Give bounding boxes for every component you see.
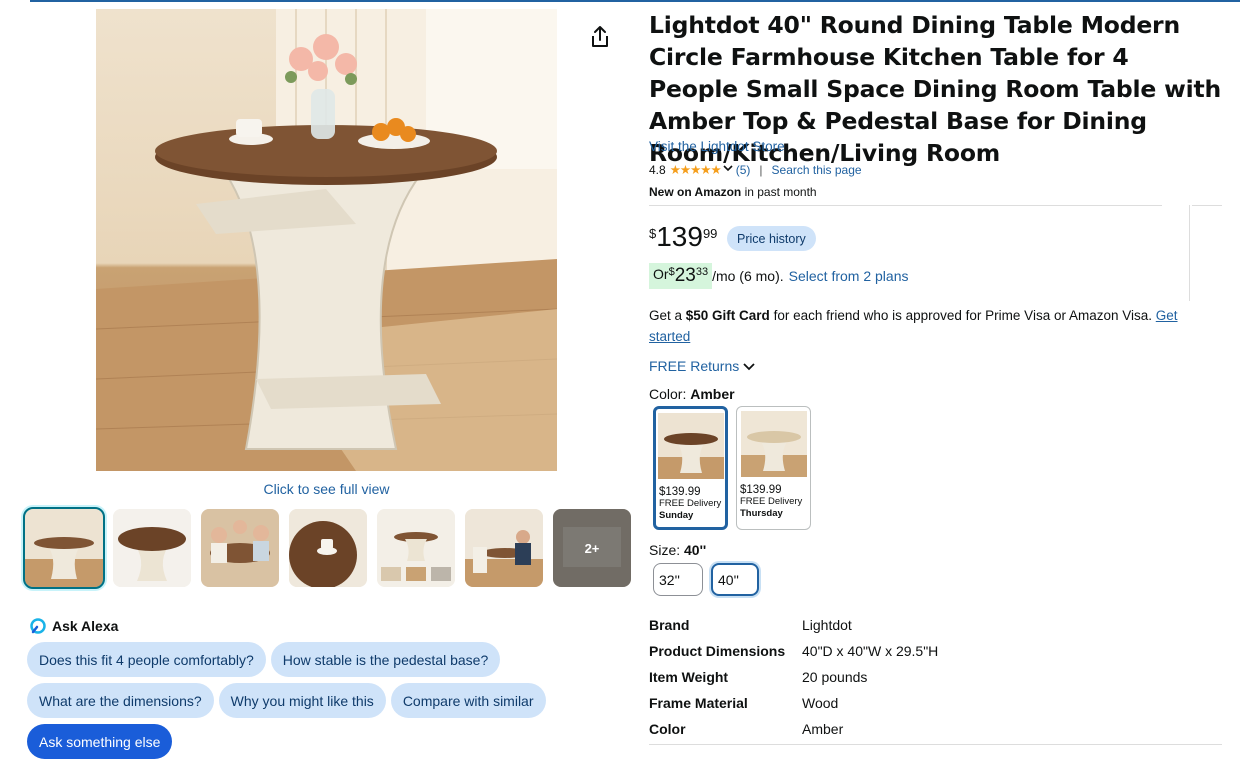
monthly-suffix: /mo (6 mo). [712,268,784,284]
ask-alexa-header: Ask Alexa [30,618,118,634]
spec-value: Amber [802,721,844,737]
ask-alexa-title: Ask Alexa [52,618,119,634]
price-display: $ 139 99 [649,222,717,252]
thumbnail-strip: 2+ [23,507,631,589]
swatch-price: $139.99 [740,484,782,496]
color-swatches: $139.99 FREE Delivery Sunday $139.99 FRE… [653,406,811,530]
price-whole: 139 [656,221,703,252]
size-label: Size: 40'' [649,542,706,558]
swatch-delivery: FREE Delivery [659,498,722,509]
promo-prefix: Get a [649,308,686,323]
swatch-delivery-day: Thursday [740,508,783,519]
monthly-price-badge: Or $23 33 [649,263,713,289]
size-option-40[interactable]: 40'' [711,563,759,596]
star-rating-icon[interactable]: ★★★★★ [670,162,722,177]
color-swatch-amber[interactable]: $139.99 FREE Delivery Sunday [653,406,728,530]
top-accent-line [30,0,1240,2]
chevron-down-icon[interactable] [723,164,733,175]
spec-value: Lightdot [802,617,852,633]
color-label-prefix: Color: [649,386,691,402]
divider [1192,205,1222,206]
select-plans-link[interactable]: Select from 2 plans [789,268,909,284]
main-product-image[interactable] [96,9,557,471]
thumbnail-7-more[interactable]: 2+ [553,509,631,587]
spec-row: Color Amber [649,716,938,742]
monthly-prefix: Or [653,266,669,282]
alexa-chip-pedestal-stability[interactable]: How stable is the pedestal base? [270,642,501,677]
divider [649,744,1222,745]
gift-card-promo: Get a $50 Gift Card for each friend who … [649,305,1214,347]
divider [649,205,1162,206]
monthly-fraction: 33 [695,266,709,278]
alexa-suggestion-chips: Does this fit 4 people comfortably? How … [27,642,587,759]
spec-row: Item Weight 20 pounds [649,664,938,690]
spec-key: Brand [649,617,690,633]
alexa-chip-compare[interactable]: Compare with similar [390,683,546,718]
price-symbol: $ [649,226,657,241]
new-on-amazon-rest: in past month [741,185,817,199]
size-selected: 40'' [684,542,707,558]
thumbnail-5[interactable] [377,509,455,587]
free-returns-dropdown[interactable]: FREE Returns [649,358,755,374]
divider: | [759,162,763,177]
thumbnail-1[interactable] [23,507,105,589]
monthly-payment: Or $23 33 /mo (6 mo). Select from 2 plans [649,263,909,289]
price-history-button[interactable]: Price history [727,226,816,251]
alexa-icon [30,618,46,634]
color-selected: Amber [690,386,735,402]
spec-key: Item Weight [649,669,729,685]
swatch-image [737,407,810,480]
spec-row: Frame Material Wood [649,690,938,716]
new-on-amazon-note: New on Amazon in past month [649,185,817,199]
promo-middle: for each friend who is approved for Prim… [769,308,1156,323]
alexa-chip-why-like[interactable]: Why you might like this [218,683,386,718]
size-option-32[interactable]: 32'' [653,563,703,596]
alexa-chip-fit-4-people[interactable]: Does this fit 4 people comfortably? [27,642,266,677]
size-options: 32'' 40'' [653,563,759,596]
thumbnail-4[interactable] [289,509,367,587]
spec-value: Wood [802,695,839,711]
free-returns-label: FREE Returns [649,358,740,374]
promo-bold: $50 Gift Card [685,308,770,323]
rating-count-link[interactable]: (5) [736,163,751,177]
swatch-price: $139.99 [659,486,701,498]
ratings-row: 4.8 ★★★★★ (5) | Search this page [649,162,862,178]
product-specs-table: Brand Lightdot Product Dimensions 40"D x… [649,612,938,742]
spec-value: 20 pounds [802,669,868,685]
click-full-view-link[interactable]: Click to see full view [96,481,557,497]
divider [1189,205,1190,301]
spec-row: Product Dimensions 40"D x 40"W x 29.5"H [649,638,938,664]
monthly-whole: 23 [674,265,696,286]
color-swatch-2[interactable]: $139.99 FREE Delivery Thursday [736,406,811,530]
spec-row: Brand Lightdot [649,612,938,638]
more-images-label: 2+ [553,509,631,587]
spec-key: Color [649,721,686,737]
chevron-down-icon [743,358,755,374]
color-label: Color: Amber [649,386,735,402]
rating-value: 4.8 [649,162,666,177]
store-link[interactable]: Visit the Lightdot Store [649,139,785,154]
alexa-chip-dimensions[interactable]: What are the dimensions? [27,683,214,718]
price-fraction: 99 [702,226,718,241]
new-on-amazon-bold: New on Amazon [649,185,742,199]
share-icon[interactable] [588,24,612,50]
swatch-delivery-day: Sunday [659,510,694,521]
spec-value: 40"D x 40"W x 29.5"H [802,643,939,659]
spec-key: Frame Material [649,695,748,711]
search-this-page-link[interactable]: Search this page [772,163,862,177]
thumbnail-3[interactable] [201,509,279,587]
ask-something-else-button[interactable]: Ask something else [27,724,173,759]
swatch-image [656,409,725,482]
thumbnail-2[interactable] [113,509,191,587]
swatch-delivery: FREE Delivery [740,496,803,507]
size-label-prefix: Size: [649,542,685,558]
thumbnail-6[interactable] [465,509,543,587]
spec-key: Product Dimensions [649,643,786,659]
